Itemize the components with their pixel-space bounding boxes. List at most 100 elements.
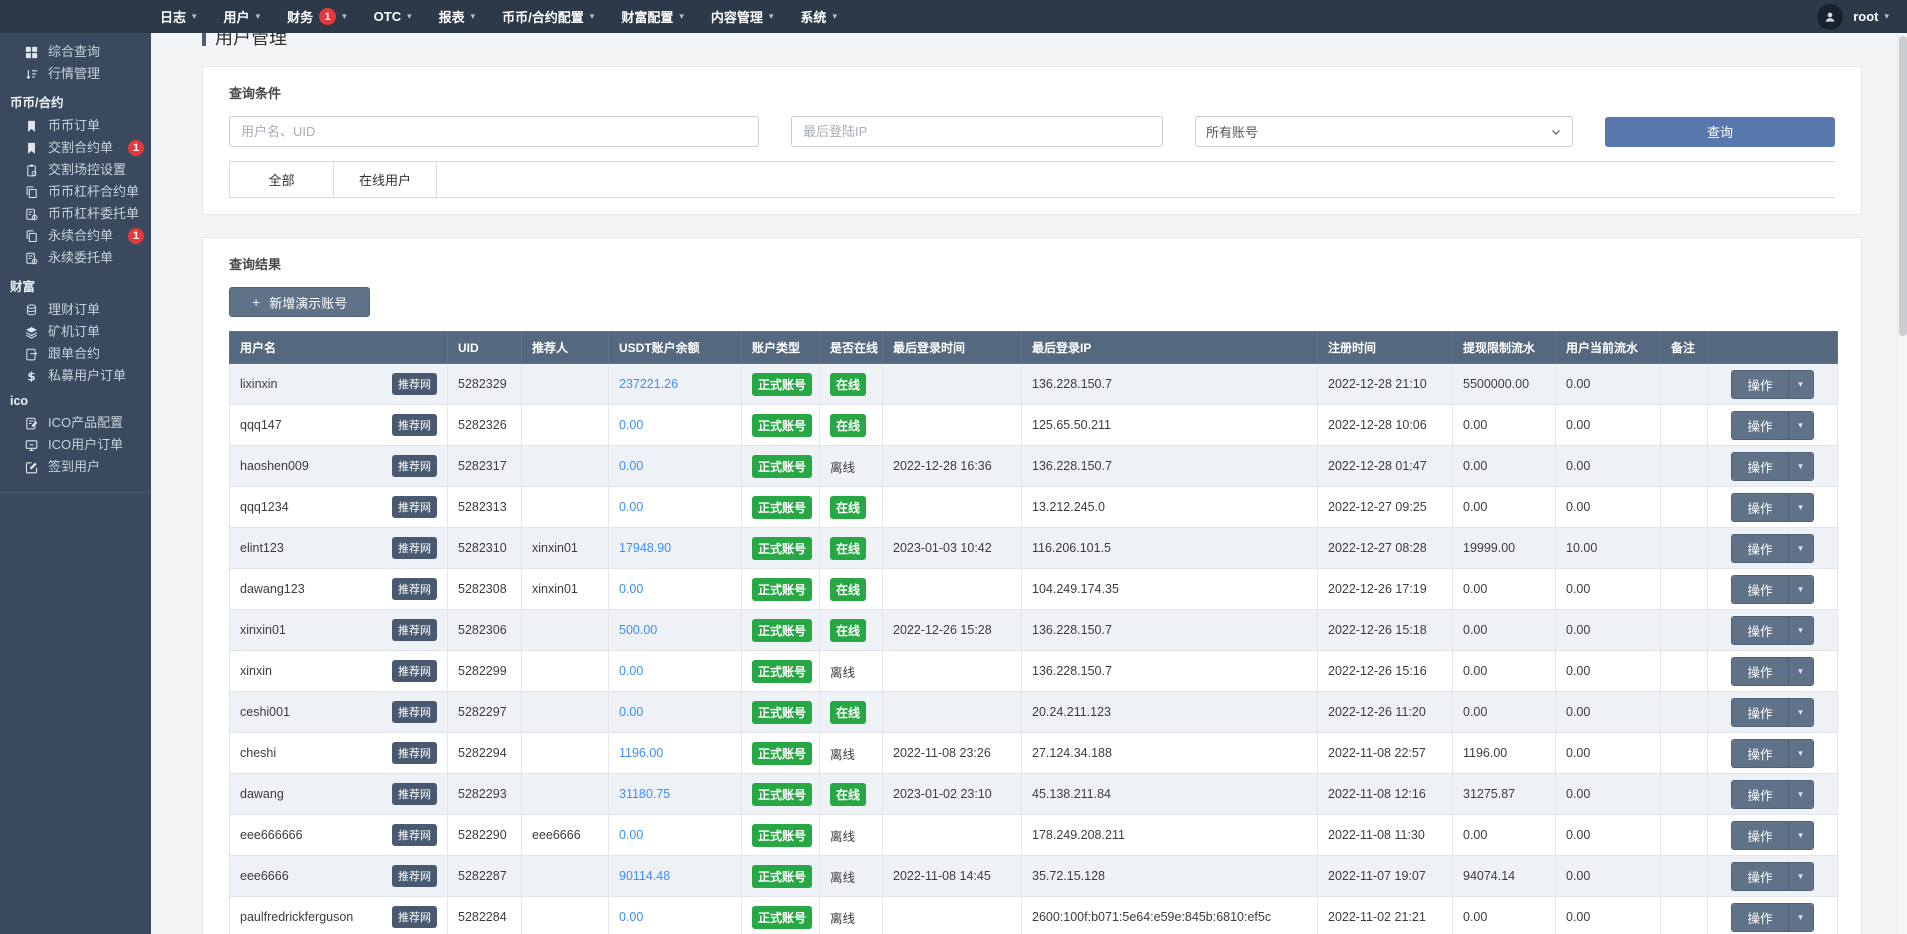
action-button-label[interactable]: 操作 (1732, 658, 1787, 685)
sidebar-item[interactable]: 行情管理 (0, 63, 151, 85)
balance-link[interactable]: 0.00 (619, 500, 643, 514)
sidebar-item[interactable]: 币币杠杆合约单 (0, 181, 151, 203)
action-button-label[interactable]: 操作 (1732, 699, 1787, 726)
action-button[interactable]: 操作▾ (1731, 862, 1813, 891)
scrollbar-thumb[interactable] (1899, 36, 1907, 336)
action-dropdown-toggle[interactable]: ▾ (1788, 494, 1813, 521)
sidebar-item[interactable]: 私募用户订单 (0, 365, 151, 387)
action-button-label[interactable]: 操作 (1732, 453, 1787, 480)
action-dropdown-toggle[interactable]: ▾ (1788, 453, 1813, 480)
referral-badge[interactable]: 推荐网 (392, 701, 437, 723)
action-button-label[interactable]: 操作 (1732, 822, 1787, 849)
balance-link[interactable]: 0.00 (619, 459, 643, 473)
nav-item-3[interactable]: OTC▾ (374, 9, 412, 24)
sidebar-item[interactable]: ICO用户订单 (0, 434, 151, 456)
nav-item-7[interactable]: 内容管理▾ (711, 7, 774, 26)
referral-badge[interactable]: 推荐网 (392, 496, 437, 518)
action-button[interactable]: 操作▾ (1731, 452, 1813, 481)
referral-badge[interactable]: 推荐网 (392, 824, 437, 846)
referral-badge[interactable]: 推荐网 (392, 414, 437, 436)
sidebar-item[interactable]: 跟单合约 (0, 343, 151, 365)
action-button[interactable]: 操作▾ (1731, 739, 1813, 768)
nav-item-0[interactable]: 日志▾ (160, 7, 197, 26)
filter-tab-1[interactable]: 在线用户 (333, 162, 437, 197)
action-button-label[interactable]: 操作 (1732, 535, 1787, 562)
referral-badge[interactable]: 推荐网 (392, 783, 437, 805)
balance-link[interactable]: 31180.75 (619, 787, 670, 801)
action-button-label[interactable]: 操作 (1732, 371, 1787, 398)
action-dropdown-toggle[interactable]: ▾ (1788, 535, 1813, 562)
action-dropdown-toggle[interactable]: ▾ (1788, 658, 1813, 685)
action-dropdown-toggle[interactable]: ▾ (1788, 904, 1813, 931)
sidebar-item[interactable]: 交割合约单1 (0, 137, 151, 159)
balance-link[interactable]: 1196.00 (619, 746, 663, 760)
filter-tab-0[interactable]: 全部 (229, 162, 333, 197)
action-button[interactable]: 操作▾ (1731, 780, 1813, 809)
balance-link[interactable]: 0.00 (619, 582, 643, 596)
balance-link[interactable]: 0.00 (619, 418, 643, 432)
action-button[interactable]: 操作▾ (1731, 698, 1813, 727)
action-dropdown-toggle[interactable]: ▾ (1788, 576, 1813, 603)
sidebar-item[interactable]: 永续合约单1 (0, 225, 151, 247)
sidebar-item[interactable]: 交割场控设置 (0, 159, 151, 181)
action-button-label[interactable]: 操作 (1732, 494, 1787, 521)
action-button[interactable]: 操作▾ (1731, 370, 1813, 399)
action-button-label[interactable]: 操作 (1732, 412, 1787, 439)
sidebar-item[interactable]: 永续委托单 (0, 247, 151, 269)
action-dropdown-toggle[interactable]: ▾ (1788, 699, 1813, 726)
action-dropdown-toggle[interactable]: ▾ (1788, 371, 1813, 398)
sidebar-item[interactable]: 币币订单 (0, 115, 151, 137)
nav-item-8[interactable]: 系统▾ (800, 7, 837, 26)
username-uid-input[interactable] (229, 116, 759, 147)
referral-badge[interactable]: 推荐网 (392, 742, 437, 764)
nav-item-4[interactable]: 报表▾ (439, 7, 476, 26)
balance-link[interactable]: 0.00 (619, 705, 643, 719)
action-button[interactable]: 操作▾ (1731, 534, 1813, 563)
referral-badge[interactable]: 推荐网 (392, 660, 437, 682)
sidebar-item[interactable]: 矿机订单 (0, 321, 151, 343)
action-dropdown-toggle[interactable]: ▾ (1788, 617, 1813, 644)
last-login-ip-input[interactable] (791, 116, 1163, 147)
sidebar-item[interactable]: ICO产品配置 (0, 412, 151, 434)
action-button-label[interactable]: 操作 (1732, 740, 1787, 767)
sidebar-item[interactable]: 综合查询 (0, 41, 151, 63)
sidebar-item[interactable]: 签到用户 (0, 456, 151, 478)
balance-link[interactable]: 500.00 (619, 623, 657, 637)
nav-item-1[interactable]: 用户▾ (224, 7, 261, 26)
sidebar-item[interactable]: 理财订单 (0, 299, 151, 321)
action-button[interactable]: 操作▾ (1731, 616, 1813, 645)
balance-link[interactable]: 90114.48 (619, 869, 670, 883)
referral-badge[interactable]: 推荐网 (392, 578, 437, 600)
page-scrollbar[interactable] (1897, 33, 1907, 934)
action-button[interactable]: 操作▾ (1731, 903, 1813, 932)
account-type-select[interactable]: 所有账号 (1195, 116, 1573, 147)
referral-badge[interactable]: 推荐网 (392, 537, 437, 559)
action-button-label[interactable]: 操作 (1732, 863, 1787, 890)
action-button-label[interactable]: 操作 (1732, 781, 1787, 808)
referral-badge[interactable]: 推荐网 (392, 373, 437, 395)
action-dropdown-toggle[interactable]: ▾ (1788, 781, 1813, 808)
action-button[interactable]: 操作▾ (1731, 821, 1813, 850)
balance-link[interactable]: 0.00 (619, 828, 643, 842)
action-button-label[interactable]: 操作 (1732, 617, 1787, 644)
nav-item-5[interactable]: 币币/合约配置▾ (502, 7, 594, 26)
action-button[interactable]: 操作▾ (1731, 657, 1813, 686)
referral-badge[interactable]: 推荐网 (392, 619, 437, 641)
balance-link[interactable]: 0.00 (619, 664, 643, 678)
action-dropdown-toggle[interactable]: ▾ (1788, 822, 1813, 849)
action-dropdown-toggle[interactable]: ▾ (1788, 863, 1813, 890)
referral-badge[interactable]: 推荐网 (392, 455, 437, 477)
action-button[interactable]: 操作▾ (1731, 575, 1813, 604)
user-avatar[interactable] (1817, 4, 1843, 30)
action-button[interactable]: 操作▾ (1731, 493, 1813, 522)
action-button[interactable]: 操作▾ (1731, 411, 1813, 440)
referral-badge[interactable]: 推荐网 (392, 865, 437, 887)
add-demo-account-button[interactable]: + 新增演示账号 (229, 287, 370, 317)
nav-item-6[interactable]: 财富配置▾ (621, 7, 684, 26)
action-dropdown-toggle[interactable]: ▾ (1788, 412, 1813, 439)
action-dropdown-toggle[interactable]: ▾ (1788, 740, 1813, 767)
action-button-label[interactable]: 操作 (1732, 576, 1787, 603)
sidebar-item[interactable]: 币币杠杆委托单 (0, 203, 151, 225)
balance-link[interactable]: 0.00 (619, 910, 643, 924)
balance-link[interactable]: 17948.90 (619, 541, 671, 555)
